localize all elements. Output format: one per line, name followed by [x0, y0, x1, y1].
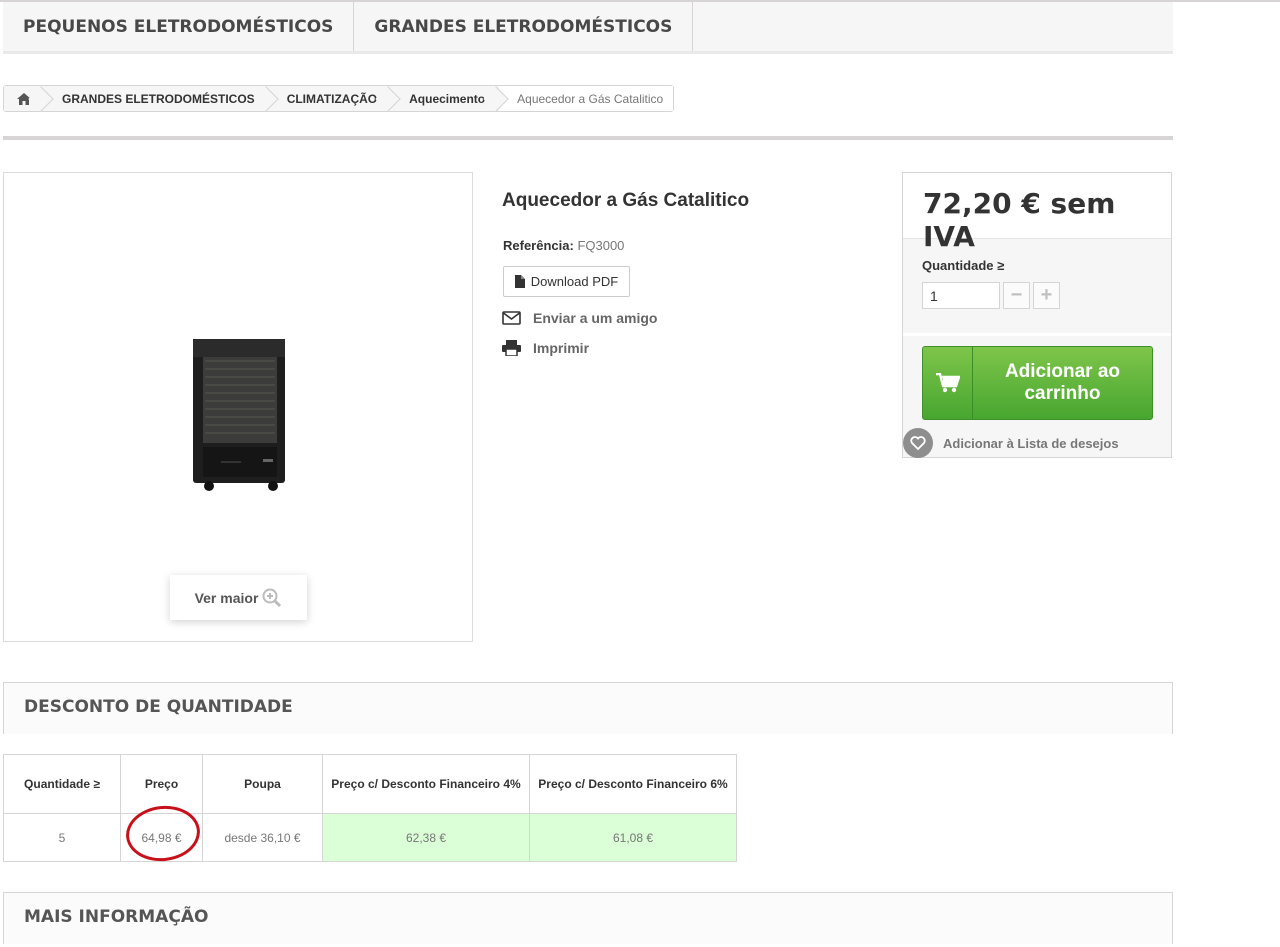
quantity-input[interactable]: [922, 282, 1000, 309]
download-pdf-button[interactable]: Download PDF: [503, 266, 630, 297]
product-title: Aquecedor a Gás Catalitico: [502, 190, 750, 211]
discount-table: Quantidade ≥ Preço Poupa Preço c/ Descon…: [3, 754, 737, 865]
more-info-section-title: MAIS INFORMAÇÃO: [3, 892, 1173, 944]
send-friend-link[interactable]: Enviar a um amigo: [502, 310, 657, 326]
print-link[interactable]: Imprimir: [502, 340, 589, 356]
cell-poupa: desde 36,10 €: [202, 813, 323, 862]
printer-icon: [502, 340, 521, 356]
cell-preco: 64,98 €: [120, 802, 203, 865]
menu-item-grandes[interactable]: GRANDES ELETRODOMÉSTICOS: [354, 2, 694, 51]
breadcrumb-home[interactable]: [4, 86, 44, 111]
discount-section-title: DESCONTO DE QUANTIDADE: [3, 682, 1173, 734]
quantity-minus-button[interactable]: −: [1003, 282, 1030, 309]
breadcrumb-item-climatizacao[interactable]: CLIMATIZAÇÃO: [268, 86, 392, 111]
add-to-cart-button[interactable]: Adicionar ao carrinho: [922, 346, 1153, 420]
wishlist-label: Adicionar à Lista de desejos: [943, 435, 1119, 451]
breadcrumb-item-grandes[interactable]: GRANDES ELETRODOMÉSTICOS: [44, 86, 269, 111]
divider: [3, 136, 1173, 140]
download-pdf-label: Download PDF: [530, 274, 619, 289]
header-preco: Preço: [120, 754, 203, 814]
heart-icon: [903, 428, 933, 458]
send-friend-label: Enviar a um amigo: [533, 310, 658, 326]
reference-label: Referência:: [503, 238, 574, 253]
reference-value: FQ3000: [577, 238, 625, 253]
product-price: 72,20 € sem IVA: [903, 173, 1171, 253]
table-row: 5 64,98 € desde 36,10 € 62,38 € 61,08 €: [3, 802, 737, 865]
menu-item-pequenos[interactable]: PEQUENOS ELETRODOMÉSTICOS: [3, 2, 355, 51]
add-to-cart-label: Adicionar ao carrinho: [1004, 361, 1121, 404]
cell-quantidade: 5: [3, 813, 121, 862]
quantity-plus-button[interactable]: +: [1033, 282, 1060, 309]
zoom-in-icon: [262, 588, 282, 607]
header-preco-desconto-4: Preço c/ Desconto Financeiro 4%: [322, 754, 530, 814]
cell-desconto-4: 62,38 €: [322, 813, 530, 862]
breadcrumb: GRANDES ELETRODOMÉSTICOS CLIMATIZAÇÃO Aq…: [3, 85, 675, 112]
breadcrumb-current: Aquecedor a Gás Catalitico: [499, 86, 674, 111]
main-menu: PEQUENOS ELETRODOMÉSTICOS GRANDES ELETRO…: [3, 2, 1173, 54]
product-image[interactable]: [191, 335, 287, 493]
ver-maior-button[interactable]: Ver maior: [170, 575, 307, 620]
product-reference: Referência: FQ3000: [503, 238, 624, 253]
cell-desconto-6: 61,08 €: [529, 813, 737, 862]
envelope-icon: [502, 311, 521, 325]
ver-maior-label: Ver maior: [194, 589, 259, 606]
cart-icon: [923, 347, 973, 419]
home-icon: [17, 92, 31, 105]
buy-box: 72,20 € sem IVA Quantidade ≥ − + Adicion…: [902, 172, 1172, 458]
buy-box-separator: [903, 333, 1171, 336]
header-quantidade: Quantidade ≥: [3, 754, 121, 814]
quantity-label: Quantidade ≥: [922, 258, 1005, 273]
print-label: Imprimir: [533, 340, 590, 356]
file-icon: [514, 275, 525, 288]
table-header-row: Quantidade ≥ Preço Poupa Preço c/ Descon…: [3, 754, 737, 814]
product-image-box: Ver maior: [3, 172, 473, 642]
header-poupa: Poupa: [202, 754, 323, 814]
header-preco-desconto-6: Preço c/ Desconto Financeiro 6%: [529, 754, 737, 814]
wishlist-link[interactable]: Adicionar à Lista de desejos: [903, 428, 1119, 458]
breadcrumb-item-aquecimento[interactable]: Aquecimento: [391, 86, 500, 111]
